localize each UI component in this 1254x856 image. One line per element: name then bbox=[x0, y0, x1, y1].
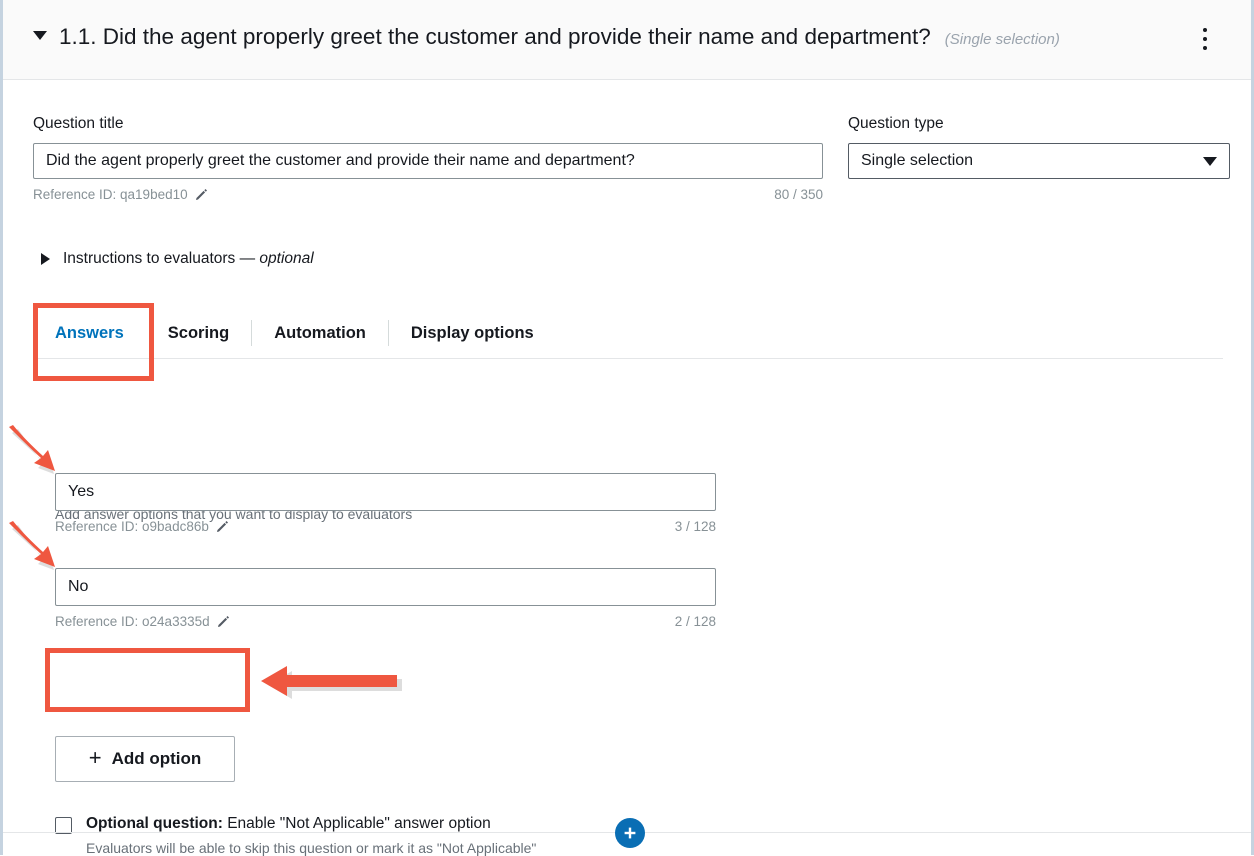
question-reference-id: Reference ID: qa19bed10 bbox=[33, 187, 208, 202]
answer-option-meta-1: Reference ID: o9badc86b 3 / 128 bbox=[55, 519, 716, 534]
question-type-field-group: Question type Single selection bbox=[848, 115, 1230, 179]
answer-reference-id-label-2: Reference ID: o24a3335d bbox=[55, 614, 210, 629]
kebab-dot bbox=[1203, 37, 1207, 41]
answer-char-count-1: 3 / 128 bbox=[675, 519, 716, 534]
question-type-value: Single selection bbox=[861, 152, 973, 170]
question-title-meta: Reference ID: qa19bed10 80 / 350 bbox=[33, 187, 823, 202]
plus-glyph bbox=[622, 825, 638, 841]
tab-automation[interactable]: Automation bbox=[252, 308, 388, 358]
tabs-container: Answers Scoring Automation Display optio… bbox=[33, 308, 1223, 359]
plus-circle-icon[interactable] bbox=[615, 818, 645, 848]
kebab-dot bbox=[1203, 28, 1207, 32]
optional-question-label: Optional question: Enable "Not Applicabl… bbox=[86, 815, 536, 833]
question-type-label: Question type bbox=[848, 115, 1230, 133]
tab-scoring[interactable]: Scoring bbox=[146, 308, 251, 358]
optional-question-row[interactable]: Optional question: Enable "Not Applicabl… bbox=[55, 815, 536, 856]
question-editor-page: 1.1. Did the agent properly greet the cu… bbox=[0, 0, 1254, 855]
question-type-select[interactable]: Single selection bbox=[848, 143, 1230, 179]
answer-option-input-2[interactable] bbox=[55, 568, 716, 606]
instructions-disclosure[interactable]: Instructions to evaluators — optional bbox=[41, 250, 314, 268]
answer-char-count-2: 2 / 128 bbox=[675, 614, 716, 629]
question-header-content: 1.1. Did the agent properly greet the cu… bbox=[33, 26, 1221, 49]
question-title-label: Question title bbox=[33, 115, 823, 133]
question-title-field-group: Question title Reference ID: qa19bed10 8… bbox=[33, 115, 823, 202]
caret-down-icon[interactable] bbox=[33, 31, 47, 40]
chevron-down-icon bbox=[1203, 157, 1217, 166]
answer-option-meta-2: Reference ID: o24a3335d 2 / 128 bbox=[55, 614, 716, 629]
question-header-title: 1.1. Did the agent properly greet the cu… bbox=[59, 26, 931, 49]
instructions-label: Instructions to evaluators — optional bbox=[63, 250, 314, 268]
kebab-dot bbox=[1203, 46, 1207, 50]
optional-question-text: Optional question: Enable "Not Applicabl… bbox=[86, 815, 536, 856]
plus-icon: + bbox=[89, 747, 102, 769]
pencil-icon[interactable] bbox=[195, 188, 208, 201]
add-option-button[interactable]: + Add option bbox=[55, 736, 235, 782]
instructions-optional: optional bbox=[259, 250, 313, 267]
question-body: Question title Reference ID: qa19bed10 8… bbox=[3, 80, 1251, 855]
question-reference-id-label: Reference ID: qa19bed10 bbox=[33, 187, 188, 202]
optional-question-label-rest: Enable "Not Applicable" answer option bbox=[223, 815, 491, 832]
kebab-menu-icon[interactable] bbox=[1195, 26, 1215, 52]
optional-question-sublabel: Evaluators will be able to skip this que… bbox=[86, 840, 536, 856]
pencil-icon[interactable] bbox=[216, 520, 229, 533]
question-header-bar: 1.1. Did the agent properly greet the cu… bbox=[3, 0, 1251, 80]
question-title-char-count: 80 / 350 bbox=[774, 187, 823, 202]
answer-reference-id-1: Reference ID: o9badc86b bbox=[55, 519, 229, 534]
answer-reference-id-2: Reference ID: o24a3335d bbox=[55, 614, 230, 629]
caret-right-icon bbox=[41, 253, 50, 265]
tab-display-options[interactable]: Display options bbox=[389, 308, 556, 358]
add-option-label: Add option bbox=[112, 749, 202, 769]
pencil-icon[interactable] bbox=[217, 615, 230, 628]
answer-reference-id-label-1: Reference ID: o9badc86b bbox=[55, 519, 209, 534]
tab-list: Answers Scoring Automation Display optio… bbox=[33, 308, 1223, 359]
question-title-input[interactable] bbox=[33, 143, 823, 179]
optional-question-label-bold: Optional question: bbox=[86, 815, 223, 832]
answer-option-input-1[interactable] bbox=[55, 473, 716, 511]
tab-answers[interactable]: Answers bbox=[33, 308, 146, 358]
question-type-note: (Single selection) bbox=[945, 31, 1060, 48]
